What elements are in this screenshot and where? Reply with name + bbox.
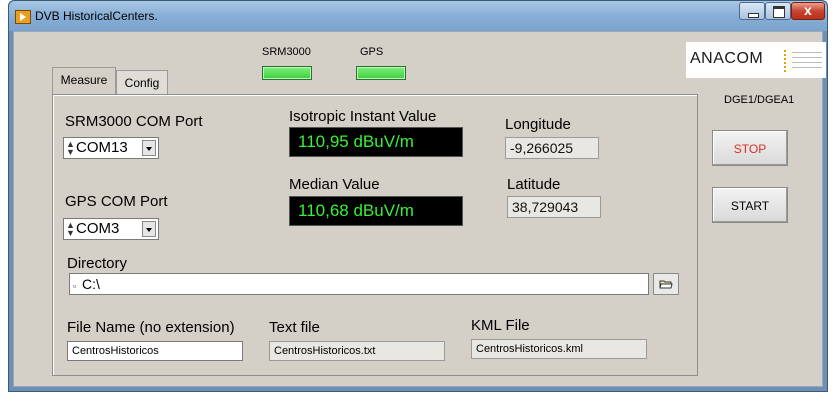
kml-label: KML File: [471, 317, 530, 334]
latitude-label: Latitude: [507, 176, 561, 193]
minimize-button[interactable]: [739, 2, 765, 20]
gps-indicator-label: GPS: [360, 46, 384, 58]
median-label: Median Value: [289, 176, 380, 193]
filename-input[interactable]: CentrosHistoricos: [67, 341, 243, 361]
logo-subtitle-graphic: [792, 52, 822, 70]
srm-indicator-label: SRM3000: [262, 46, 311, 58]
directory-input[interactable]: ▫ C:\: [69, 273, 649, 295]
srm-port-label: SRM3000 COM Port: [65, 113, 203, 130]
longitude-label: Longitude: [505, 116, 571, 133]
longitude-value: -9,266025: [505, 137, 599, 159]
increment-decrement-icon: ▲ ▼: [66, 220, 75, 238]
app-icon: [15, 10, 31, 24]
srm-port-value: COM13: [76, 139, 128, 156]
directory-label: Directory: [67, 255, 128, 272]
logo-divider: [784, 50, 789, 72]
gps-port-select[interactable]: ▲ ▼ COM3: [63, 218, 159, 240]
close-button[interactable]: [791, 2, 825, 20]
textfile-label: Text file: [269, 319, 320, 336]
chevron-down-icon[interactable]: [142, 140, 156, 156]
srm-indicator-led: [262, 66, 312, 80]
directory-value: C:\: [82, 276, 100, 292]
app-window: DVB HistoricalCenters. SRM3000 GPS ANACO…: [8, 0, 828, 392]
tab-config[interactable]: Config: [116, 70, 168, 94]
client-area: SRM3000 GPS ANACOM DGE1/DGEA1 STOP START…: [13, 31, 826, 387]
kml-value: CentrosHistoricos.kml: [471, 339, 647, 359]
browse-folder-button[interactable]: [653, 273, 679, 295]
measure-panel: SRM3000 COM Port ▲ ▼ COM13 GPS COM Port ▲…: [52, 94, 698, 376]
path-type-icon: ▫: [73, 281, 77, 291]
textfile-value: CentrosHistoricos.txt: [269, 341, 445, 361]
gps-port-value: COM3: [76, 220, 120, 237]
median-value-display: 110,68 dBuV/m: [289, 196, 463, 226]
tab-measure[interactable]: Measure: [52, 67, 116, 94]
folder-icon: [659, 280, 673, 289]
isotropic-value-display: 110,95 dBuV/m: [289, 127, 463, 157]
chevron-down-icon[interactable]: [142, 221, 156, 237]
stop-button[interactable]: STOP: [712, 130, 788, 166]
gps-port-label: GPS COM Port: [65, 193, 168, 210]
department-label: DGE1/DGEA1: [724, 94, 795, 106]
latitude-value: 38,729043: [507, 196, 601, 218]
anacom-logo: ANACOM: [686, 42, 826, 78]
increment-decrement-icon: ▲ ▼: [66, 139, 75, 157]
logo-text: ANACOM: [690, 50, 764, 67]
window-title: DVB HistoricalCenters.: [35, 9, 158, 23]
start-button[interactable]: START: [712, 187, 788, 223]
gps-indicator-led: [356, 66, 406, 80]
title-bar[interactable]: DVB HistoricalCenters.: [9, 1, 827, 31]
maximize-button[interactable]: [765, 2, 791, 20]
srm-port-select[interactable]: ▲ ▼ COM13: [63, 137, 159, 159]
isotropic-label: Isotropic Instant Value: [289, 108, 437, 125]
filename-label: File Name (no extension): [67, 319, 235, 336]
